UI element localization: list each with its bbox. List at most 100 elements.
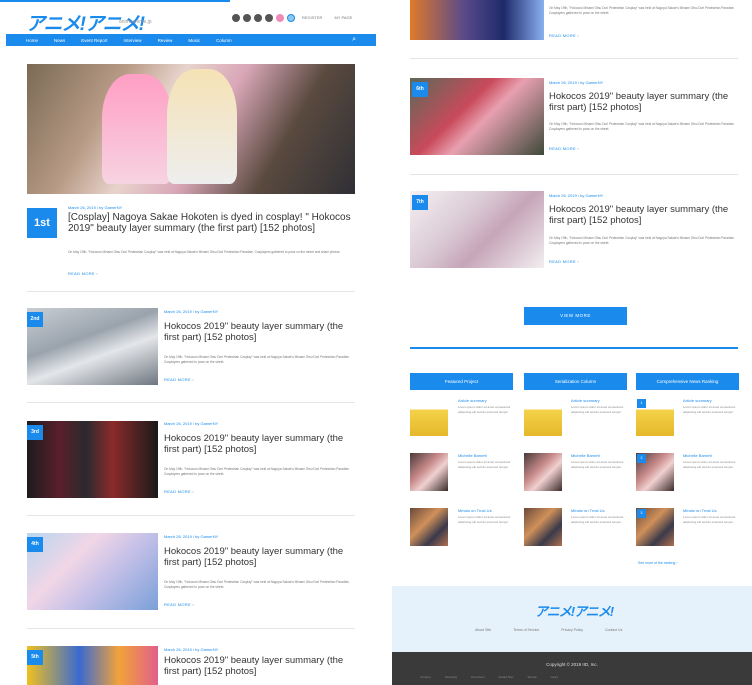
rank-badge: 4th	[27, 537, 43, 552]
item-thumbnail[interactable]	[410, 508, 448, 546]
article-thumbnail[interactable]	[27, 533, 158, 610]
item-title[interactable]: Michelle Barnett	[458, 453, 487, 458]
item-desc: Lorem ipsum dolor sit amet consectetur a…	[458, 515, 511, 524]
read-more-link[interactable]: READ MORE ›	[549, 33, 579, 38]
search-icon[interactable]: ⌕	[352, 36, 356, 44]
read-more-link[interactable]: READ MORE ›	[164, 602, 194, 607]
see-all-ranking-link[interactable]: See more of the ranking ›	[638, 561, 678, 565]
bottom-link[interactable]: Inquiry	[551, 676, 559, 679]
read-more-link[interactable]: READ MORE ›	[164, 377, 194, 382]
article-desc: On May 19th, "Hokocos Minami Otsu Dori P…	[549, 6, 735, 15]
item-thumbnail[interactable]	[524, 398, 562, 436]
footer-link-privacy[interactable]: Privacy Policy	[561, 628, 583, 632]
footer-link-terms[interactable]: Terms of Service	[513, 628, 539, 632]
article-thumbnail[interactable]	[27, 421, 158, 498]
facebook-icon[interactable]	[243, 14, 251, 22]
article-meta: March 26, 2019 / by GamerNY	[549, 193, 604, 198]
main-nav: Home News Event Report Interview Review …	[6, 34, 376, 46]
item-title[interactable]: Minato on Trust Us	[571, 508, 605, 513]
nav-item-review[interactable]: Review	[158, 38, 173, 43]
article-title[interactable]: Hokocos 2019" beauty layer summary (the …	[549, 91, 739, 113]
register-link[interactable]: REGISTER	[302, 15, 322, 20]
item-title[interactable]: Article summary	[571, 398, 600, 403]
article-thumbnail[interactable]	[27, 308, 158, 385]
nav-item-column[interactable]: Column	[216, 38, 232, 43]
item-title[interactable]: Article summary	[458, 398, 487, 403]
item-desc: Lorem ipsum dolor sit amet consectetur a…	[571, 460, 624, 469]
article-meta: March 26, 2019 / by GamerNY	[549, 80, 604, 85]
rank-badge: 6th	[412, 82, 428, 97]
rank-badge: 3rd	[27, 425, 43, 440]
item-title[interactable]: Michelle Barnett	[683, 453, 712, 458]
rank-badge: 5th	[27, 650, 43, 665]
mypage-link[interactable]: MY PAGE	[334, 15, 352, 20]
article-title[interactable]: Hokocos 2019" beauty layer summary (the …	[164, 655, 354, 677]
item-desc: Lorem ipsum dolor sit amet consectetur a…	[571, 515, 624, 524]
bottom-link[interactable]: Recruitment	[471, 676, 484, 679]
bottom-link[interactable]: Related Sites	[499, 676, 514, 679]
item-thumbnail[interactable]	[410, 398, 448, 436]
item-desc: Lorem ipsum dolor sit amet consectetur a…	[458, 460, 511, 469]
hero-image[interactable]	[27, 64, 355, 194]
site-header: アニメ!アニメ! animeanime.jp REGISTER MY PAGE	[26, 9, 376, 35]
read-more-link[interactable]: READ MORE ›	[164, 489, 194, 494]
item-thumbnail[interactable]	[410, 453, 448, 491]
article-title[interactable]: Hokocos 2019" beauty layer summary (the …	[549, 204, 739, 226]
bottom-link[interactable]: Company	[420, 676, 431, 679]
instagram-icon[interactable]	[276, 14, 284, 22]
column-header-featured[interactable]: Featured Project	[410, 373, 513, 390]
article-desc: On May 19th, "Hokocos Minami Otsu Dori P…	[164, 355, 350, 364]
bottom-links: Company Advertising Recruitment Related …	[420, 676, 558, 679]
view-more-button[interactable]: VIEW MORE	[524, 307, 627, 325]
nav-item-interview[interactable]: Interview	[124, 38, 142, 43]
copyright: Copyright © 2019 IID, Inc.	[546, 662, 598, 667]
item-title[interactable]: Michelle Barnett	[571, 453, 600, 458]
article-thumbnail[interactable]	[410, 78, 544, 155]
item-title[interactable]: Minato on Trust Us	[683, 508, 717, 513]
read-more-link[interactable]: READ MORE ›	[68, 271, 98, 276]
item-thumbnail[interactable]	[524, 508, 562, 546]
item-desc: Lorem ipsum dolor sit amet consectetur a…	[683, 515, 736, 524]
article-title[interactable]: Hokocos 2019" beauty layer summary (the …	[164, 433, 354, 455]
item-thumbnail[interactable]	[524, 453, 562, 491]
read-more-link[interactable]: READ MORE ›	[549, 259, 579, 264]
cosplayer-figure	[102, 74, 172, 184]
article-desc: On May 19th, "Hokocos Minami Otsu Dori P…	[549, 236, 735, 245]
article-title[interactable]: [Cosplay] Nagoya Sakae Hokoten is dyed i…	[68, 212, 353, 234]
ranking-number: 2	[637, 454, 646, 463]
rss-icon[interactable]	[287, 14, 295, 22]
read-more-link[interactable]: READ MORE ›	[549, 146, 579, 151]
item-title[interactable]: Minato on Trust Us	[458, 508, 492, 513]
divider	[410, 174, 738, 175]
article-title[interactable]: Hokocos 2019" beauty layer summary (the …	[164, 321, 354, 343]
article-desc: On May 19th, "Hokocos Minami Otsu Dori P…	[549, 122, 735, 131]
footer-link-about[interactable]: About Site	[475, 628, 491, 632]
ranking-number: 3	[637, 509, 646, 518]
twitter-icon[interactable]	[232, 14, 240, 22]
line-icon[interactable]	[265, 14, 273, 22]
header-links: REGISTER MY PAGE	[302, 15, 352, 20]
column-header-serialization[interactable]: Serialization Column	[524, 373, 627, 390]
article-title[interactable]: Hokocos 2019" beauty layer summary (the …	[164, 546, 354, 568]
footer-link-contact[interactable]: Contact Us	[605, 628, 622, 632]
bottom-link[interactable]: Advertising	[445, 676, 457, 679]
article-meta: March 26, 2019 / by GamerNY	[164, 534, 219, 539]
youtube-icon[interactable]	[254, 14, 262, 22]
footer-logo[interactable]: アニメ!アニメ!	[535, 601, 614, 620]
site-logo-sub: animeanime.jp	[119, 19, 152, 25]
item-desc: Lorem ipsum dolor sit amet consectetur a…	[458, 405, 511, 414]
divider	[27, 628, 355, 629]
item-title[interactable]: Article summary	[683, 398, 712, 403]
column-header-ranking[interactable]: Comprehensive News Ranking	[636, 373, 739, 390]
nav-item-event-report[interactable]: Event Report	[81, 38, 107, 43]
bottom-link[interactable]: Sitemap	[527, 676, 536, 679]
article-desc: On May 19th, "Hokocos Minami Otsu Dori P…	[68, 250, 341, 254]
nav-item-home[interactable]: Home	[26, 38, 38, 43]
article-thumbnail[interactable]	[410, 191, 544, 268]
nav-item-music[interactable]: Music	[188, 38, 200, 43]
article-thumbnail[interactable]	[27, 646, 158, 685]
nav-item-news[interactable]: News	[54, 38, 65, 43]
top-accent-line	[0, 0, 230, 2]
item-desc: Lorem ipsum dolor sit amet consectetur a…	[683, 405, 736, 414]
article-thumbnail[interactable]	[410, 0, 544, 40]
